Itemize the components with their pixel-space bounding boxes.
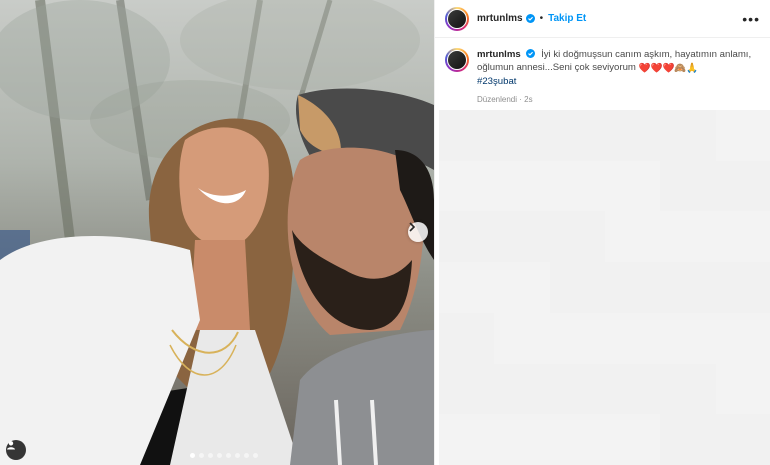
- more-options-icon[interactable]: •••: [742, 12, 760, 26]
- tagged-users-button[interactable]: [6, 440, 26, 460]
- photo-illustration: [0, 0, 434, 465]
- pixel-block: [604, 160, 661, 212]
- pixel-block: [715, 110, 770, 161]
- pixel-block: [715, 160, 770, 212]
- pixel-block: [715, 262, 770, 313]
- carousel-indicator: [190, 453, 258, 458]
- pixel-block: [549, 363, 605, 415]
- post-meta: Düzenlendi · 2s: [477, 93, 760, 106]
- pixel-block: [439, 160, 495, 212]
- pixel-block: [494, 312, 550, 364]
- chevron-right-icon: [409, 222, 416, 232]
- pixel-block: [549, 110, 605, 161]
- carousel-dot: [208, 453, 213, 458]
- pixel-block: [660, 262, 716, 313]
- verified-badge-icon: [525, 14, 535, 23]
- pixel-block: [549, 414, 605, 465]
- pixel-block: [494, 262, 550, 313]
- pixel-block: [660, 110, 716, 161]
- post-sidebar: mrtunlms • Takip Et ••• mrtunlms İyi ki …: [434, 0, 770, 465]
- pixel-block: [604, 414, 661, 465]
- pixel-block: [439, 110, 495, 161]
- post-photo: [0, 0, 434, 465]
- pixel-block: [494, 363, 550, 415]
- pixel-block: [494, 160, 550, 212]
- pixel-block: [494, 414, 550, 465]
- pixel-block: [604, 262, 661, 313]
- pixel-block: [604, 110, 661, 161]
- carousel-dot: [190, 453, 195, 458]
- carousel-dot: [235, 453, 240, 458]
- pixel-block: [660, 211, 716, 263]
- pixel-block: [604, 312, 661, 364]
- caption-hashtag[interactable]: #23şubat: [477, 75, 760, 88]
- pixel-block: [660, 363, 716, 415]
- carousel-dot: [253, 453, 258, 458]
- pixel-block: [715, 414, 770, 465]
- pixel-block: [660, 312, 716, 364]
- pixel-block: [604, 363, 661, 415]
- pixel-block: [439, 414, 495, 465]
- avatar[interactable]: [445, 6, 469, 31]
- pixel-block: [439, 211, 495, 263]
- pixel-block: [549, 312, 605, 364]
- pixel-block: [549, 160, 605, 212]
- carousel-next-button[interactable]: [408, 222, 428, 242]
- pixel-block: [439, 312, 495, 364]
- post-time[interactable]: 2s: [524, 95, 532, 104]
- carousel-dot: [226, 453, 231, 458]
- follow-button[interactable]: Takip Et: [548, 13, 586, 24]
- blurred-comments-area: [439, 110, 770, 465]
- carousel-dot: [199, 453, 204, 458]
- pixel-block: [549, 262, 605, 313]
- pixel-block: [715, 312, 770, 364]
- caption-emojis: ❤️❤️❤️🙈🙏: [638, 63, 699, 74]
- post-header: mrtunlms • Takip Et •••: [435, 0, 770, 38]
- caption-body: mrtunlms İyi ki doğmuşsun canım aşkım, h…: [477, 48, 760, 106]
- pixel-block: [494, 110, 550, 161]
- edited-label: Düzenlendi: [477, 95, 518, 104]
- pixel-block: [439, 262, 495, 313]
- pixel-block: [604, 211, 661, 263]
- header-separator: •: [539, 13, 544, 24]
- pixel-block: [549, 211, 605, 263]
- pixel-block: [660, 414, 716, 465]
- pixel-block: [439, 363, 495, 415]
- pixel-block: [715, 363, 770, 415]
- verified-badge-icon: [526, 49, 536, 58]
- post-caption: mrtunlms İyi ki doğmuşsun canım aşkım, h…: [435, 38, 770, 106]
- avatar[interactable]: [445, 48, 469, 72]
- pixel-block: [660, 160, 716, 212]
- carousel-dot: [217, 453, 222, 458]
- header-username[interactable]: mrtunlms: [477, 13, 523, 24]
- pixel-block: [494, 211, 550, 263]
- user-icon: [7, 441, 15, 450]
- carousel-dot: [244, 453, 249, 458]
- caption-username[interactable]: mrtunlms: [477, 49, 521, 60]
- pixel-block: [715, 211, 770, 263]
